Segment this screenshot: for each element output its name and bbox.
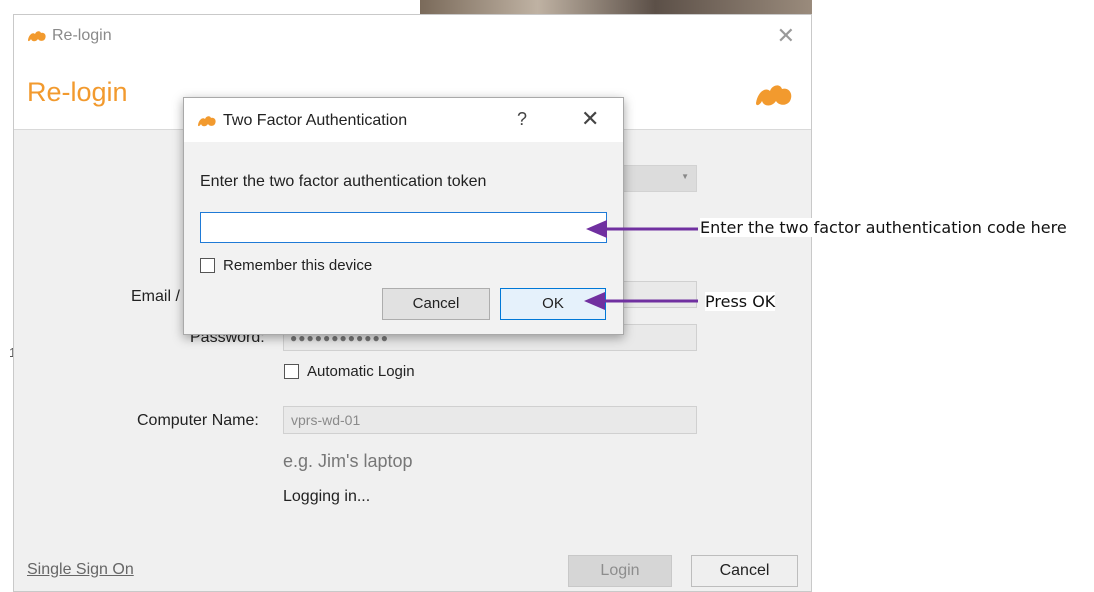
annotation-arrows — [584, 220, 698, 310]
annotation-token-note: Enter the two factor authentication code… — [700, 218, 1067, 237]
annotation-arrow-token — [586, 220, 698, 238]
annotation-ok-note: Press OK — [705, 292, 776, 311]
annotation-arrow-ok — [584, 292, 698, 310]
